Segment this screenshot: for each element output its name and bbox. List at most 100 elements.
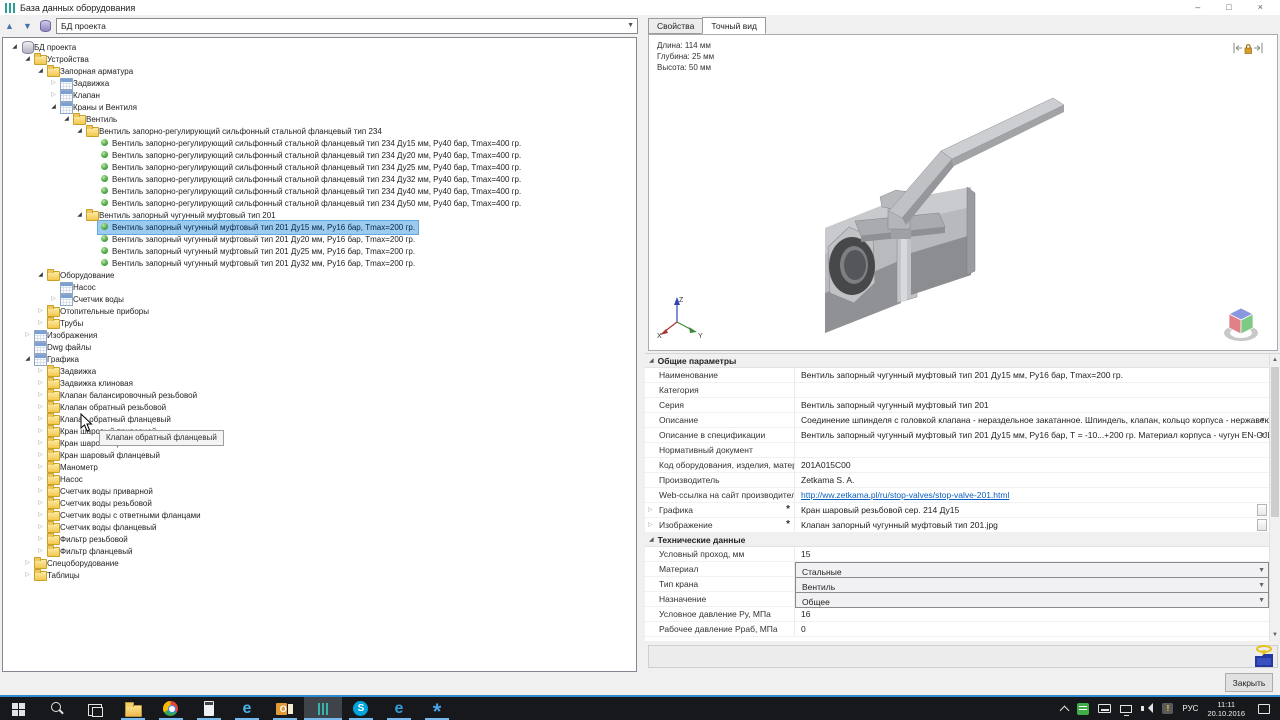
expand-icon[interactable]: ▷ bbox=[35, 389, 46, 401]
taskbar-search-icon[interactable] bbox=[38, 697, 76, 720]
tree-item[interactable]: ▷Клапан обратный фланцевый bbox=[3, 413, 636, 425]
collapse-icon[interactable]: ◢ bbox=[22, 353, 33, 365]
tree-item[interactable]: ◢Краны и Вентиля bbox=[3, 101, 636, 113]
action-center-icon[interactable] bbox=[1258, 704, 1270, 714]
collapse-icon[interactable]: ◢ bbox=[35, 269, 46, 281]
collapse-icon[interactable]: ◢ bbox=[35, 65, 46, 77]
taskbar-snowflake-icon[interactable]: * bbox=[418, 697, 456, 720]
tree-item[interactable]: Вентиль запорный чугунный муфтовый тип 2… bbox=[3, 257, 636, 269]
tree-item[interactable]: ▷Таблицы bbox=[3, 569, 636, 581]
property-value-cell[interactable]: http://ww.zetkama.pl/ru/stop-valves/stop… bbox=[795, 488, 1269, 502]
chevron-down-icon[interactable]: ▼ bbox=[1258, 579, 1265, 593]
tree-item[interactable]: ▷Спецоборудование bbox=[3, 557, 636, 569]
taskbar-calculator-icon[interactable] bbox=[190, 697, 228, 720]
taskbar-outlook-icon[interactable]: O bbox=[266, 697, 304, 720]
tree-item[interactable]: ▷Клапан обратный резьбовой bbox=[3, 401, 636, 413]
taskbar-edge-icon[interactable]: e bbox=[380, 697, 418, 720]
expand-icon[interactable]: ▷ bbox=[648, 503, 653, 517]
taskbar-explorer-icon[interactable] bbox=[114, 697, 152, 720]
expand-icon[interactable]: ▷ bbox=[35, 317, 46, 329]
chevron-down-icon[interactable]: ▼ bbox=[1259, 429, 1266, 442]
database-button[interactable] bbox=[38, 19, 53, 34]
expand-icon[interactable]: ▷ bbox=[35, 305, 46, 317]
taskbar-ie-icon[interactable]: e bbox=[228, 697, 266, 720]
database-select[interactable]: БД проекта ▼ bbox=[56, 18, 638, 34]
tree-item[interactable]: ◢Устройства bbox=[3, 53, 636, 65]
browse-button[interactable] bbox=[1257, 504, 1267, 516]
expand-icon[interactable]: ▷ bbox=[35, 485, 46, 497]
scrollbar-thumb[interactable] bbox=[1271, 367, 1279, 517]
collapse-icon[interactable]: ◢ bbox=[74, 125, 85, 137]
property-value-cell[interactable]: Кран шаровый резьбовой сер. 214 Ду15 bbox=[795, 503, 1269, 517]
close-window-button[interactable]: × bbox=[1258, 0, 1263, 15]
tree-item[interactable]: ▷Отопительные приборы bbox=[3, 305, 636, 317]
tree-item[interactable]: ▷Задвижка клиновая bbox=[3, 377, 636, 389]
tree-item[interactable]: ▷Манометр bbox=[3, 461, 636, 473]
chevron-down-icon[interactable]: ▼ bbox=[1258, 564, 1265, 578]
expand-icon[interactable]: ▷ bbox=[35, 461, 46, 473]
tree-item[interactable]: ▷Насос bbox=[3, 473, 636, 485]
3d-viewport[interactable]: Длина: 114 мм Глубина: 25 мм Высота: 50 … bbox=[648, 34, 1278, 351]
expand-icon[interactable]: ▷ bbox=[648, 518, 653, 532]
taskbar-chrome-icon[interactable] bbox=[152, 697, 190, 720]
tray-volume-icon[interactable] bbox=[1141, 703, 1153, 714]
expand-icon[interactable]: ▷ bbox=[35, 365, 46, 377]
property-value-cell[interactable]: 16 bbox=[795, 607, 1269, 621]
tree-item[interactable]: ▷Кран шаровый приварной bbox=[3, 425, 636, 437]
tree-item[interactable]: ▷Задвижка bbox=[3, 77, 636, 89]
taskbar-skype-icon[interactable]: S bbox=[342, 697, 380, 720]
tree-item[interactable]: ◢Вентиль запорно-регулирующий сильфонный… bbox=[3, 125, 636, 137]
tree-item[interactable]: ◢Графика bbox=[3, 353, 636, 365]
browse-button[interactable] bbox=[1257, 519, 1267, 531]
expand-icon[interactable]: ▷ bbox=[22, 557, 33, 569]
manufacturer-link[interactable]: http://ww.zetkama.pl/ru/stop-valves/stop… bbox=[801, 490, 1009, 500]
tree-item[interactable]: ▷Кран шаровый резьбовой bbox=[3, 437, 636, 449]
move-up-button[interactable]: ▲ bbox=[2, 19, 17, 34]
tree-item[interactable]: Вентиль запорно-регулирующий сильфонный … bbox=[3, 185, 636, 197]
tree-item[interactable]: ◢Оборудование bbox=[3, 269, 636, 281]
expand-icon[interactable]: ▷ bbox=[35, 413, 46, 425]
expand-icon[interactable]: ▷ bbox=[35, 521, 46, 533]
property-value-cell[interactable]: 0 bbox=[795, 622, 1269, 636]
tab-exact-view[interactable]: Точный вид bbox=[702, 17, 766, 34]
tree-item[interactable]: Вентиль запорный чугунный муфтовый тип 2… bbox=[3, 221, 636, 233]
property-value-cell[interactable]: 15 bbox=[795, 547, 1269, 561]
clock[interactable]: 11:11 20.10.2016 bbox=[1207, 700, 1245, 718]
taskbar-app-icon[interactable] bbox=[304, 697, 342, 720]
tree-item[interactable]: ▷Счетчик воды резьбовой bbox=[3, 497, 636, 509]
tree-item[interactable]: ▷Счетчик воды с ответными фланцами bbox=[3, 509, 636, 521]
tree-item[interactable]: ◢Вентиль запорный чугунный муфтовый тип … bbox=[3, 209, 636, 221]
tree-item[interactable]: ▷Счетчик воды bbox=[3, 293, 636, 305]
tree-item[interactable]: Вентиль запорный чугунный муфтовый тип 2… bbox=[3, 233, 636, 245]
property-value-cell[interactable]: Клапан запорный чугунный муфтовый тип 20… bbox=[795, 518, 1269, 532]
tree-item[interactable]: ▷Кран шаровый фланцевый bbox=[3, 449, 636, 461]
chevron-down-icon[interactable]: ▼ bbox=[1258, 594, 1265, 608]
collapse-icon[interactable]: ◢ bbox=[649, 357, 654, 364]
language-indicator[interactable]: РУС bbox=[1182, 704, 1198, 713]
expand-icon[interactable]: ▷ bbox=[48, 77, 59, 89]
tray-alert-icon[interactable]: ! bbox=[1162, 703, 1173, 714]
expand-icon[interactable]: ▷ bbox=[22, 329, 33, 341]
tree-item[interactable]: ▷Счетчик воды приварной bbox=[3, 485, 636, 497]
collapse-icon[interactable]: ◢ bbox=[649, 536, 654, 543]
tree-item[interactable]: ▷Фильтр резьбовой bbox=[3, 533, 636, 545]
expand-icon[interactable]: ▷ bbox=[35, 401, 46, 413]
expand-icon[interactable]: ▷ bbox=[35, 377, 46, 389]
scroll-down-icon[interactable]: ▼ bbox=[1270, 629, 1280, 641]
expand-icon[interactable]: ▷ bbox=[35, 545, 46, 557]
property-value-combobox[interactable]: Стальные▼ bbox=[795, 562, 1269, 578]
collapse-icon[interactable]: ◢ bbox=[22, 53, 33, 65]
close-button[interactable]: Закрыть bbox=[1225, 673, 1273, 692]
tree-item[interactable]: Вентиль запорный чугунный муфтовый тип 2… bbox=[3, 245, 636, 257]
taskbar-start-button[interactable] bbox=[0, 697, 38, 720]
collapse-icon[interactable]: ◢ bbox=[9, 41, 20, 53]
tree-item[interactable]: ◢Запорная арматура bbox=[3, 65, 636, 77]
move-down-button[interactable]: ▼ bbox=[20, 19, 35, 34]
navigation-cube-icon[interactable] bbox=[1219, 302, 1263, 344]
tree-item[interactable]: ▷Фильтр фланцевый bbox=[3, 545, 636, 557]
expand-icon[interactable]: ▷ bbox=[35, 509, 46, 521]
property-value-cell[interactable]: 201A015C00 bbox=[795, 458, 1269, 472]
property-value-cell[interactable]: Вентиль запорный чугунный муфтовый тип 2… bbox=[795, 368, 1269, 382]
collapse-icon[interactable]: ◢ bbox=[61, 113, 72, 125]
tree-item[interactable]: Насос bbox=[3, 281, 636, 293]
